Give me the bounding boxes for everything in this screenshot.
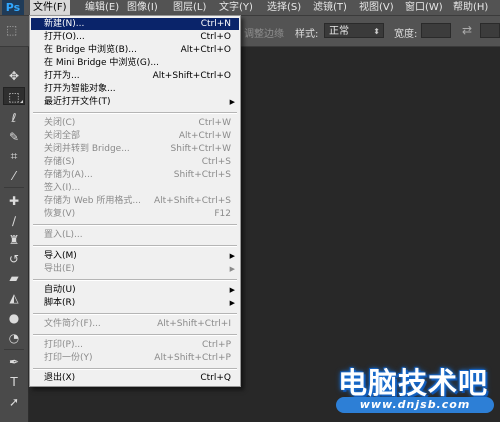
height-input[interactable] (480, 23, 500, 38)
menu-item-new[interactable]: 新建(N)... Ctrl+N (31, 18, 239, 30)
menu-separator (33, 313, 237, 315)
rectangular-marquee-tool-icon[interactable]: ⬚ (3, 87, 25, 105)
menu-separator (33, 224, 237, 226)
eyedropper-tool-icon[interactable]: ⁄ (3, 167, 25, 185)
menu-separator (33, 279, 237, 281)
menu-type[interactable]: 文字(Y) (216, 0, 256, 15)
menu-item-save-for-web[interactable]: 存储为 Web 所用格式... Alt+Shift+Ctrl+S (31, 195, 239, 207)
menu-item-print[interactable]: 打印(P)... Ctrl+P (31, 339, 239, 351)
eraser-tool-icon[interactable]: ▰ (3, 269, 25, 287)
menu-item-exit[interactable]: 退出(X) Ctrl+Q (31, 372, 239, 384)
menu-item-browse-mini-bridge[interactable]: 在 Mini Bridge 中浏览(G)... (31, 57, 239, 69)
style-value: 正常 (329, 26, 349, 37)
brush-tool-icon[interactable]: ∕ (3, 212, 25, 230)
menu-item-file-info[interactable]: 文件简介(F)... Alt+Shift+Ctrl+I (31, 318, 239, 330)
blur-tool-icon[interactable]: ● (3, 309, 25, 327)
menu-item-browse-bridge[interactable]: 在 Bridge 中浏览(B)... Alt+Ctrl+O (31, 44, 239, 56)
menu-item-automate[interactable]: 自动(U) ▶ (31, 284, 239, 296)
menu-item-recent-files[interactable]: 最近打开文件(T) ▶ (31, 96, 239, 108)
menu-item-scripts[interactable]: 脚本(R) ▶ (31, 297, 239, 309)
menu-item-close[interactable]: 关闭(C) Ctrl+W (31, 117, 239, 129)
spot-healing-tool-icon[interactable]: ✚ (3, 192, 25, 210)
menu-item-place[interactable]: 置入(L)... (31, 229, 239, 241)
menu-item-revert[interactable]: 恢复(V) F12 (31, 208, 239, 220)
swap-icon[interactable]: ⇄ (462, 24, 472, 36)
watermark-url: www.dnjsb.com (336, 397, 494, 413)
menu-separator (33, 334, 237, 336)
menu-filter[interactable]: 滤镜(T) (310, 0, 350, 15)
marquee-options-icon[interactable]: ⬚ (6, 24, 17, 36)
menu-item-import[interactable]: 导入(M) ▶ (31, 250, 239, 262)
menu-separator (33, 112, 237, 114)
submenu-arrow-icon: ▶ (229, 265, 235, 273)
paint-bucket-tool-icon[interactable]: ◭ (3, 289, 25, 307)
menu-item-save-as[interactable]: 存储为(A)... Shift+Ctrl+S (31, 169, 239, 181)
quick-selection-tool-icon[interactable]: ✎ (3, 128, 25, 146)
submenu-arrow-icon: ▶ (229, 299, 235, 307)
menu-item-print-one-copy[interactable]: 打印一份(Y) Alt+Shift+Ctrl+P (31, 352, 239, 364)
watermark-title: 电脑技术吧 (338, 366, 489, 400)
clone-stamp-tool-icon[interactable]: ♜ (3, 231, 25, 249)
menu-view[interactable]: 视图(V) (356, 0, 397, 15)
pen-tool-icon[interactable]: ✒ (3, 353, 25, 371)
style-label: 样式: (295, 29, 319, 40)
menu-item-close-all[interactable]: 关闭全部 Alt+Ctrl+W (31, 130, 239, 142)
menu-item-open[interactable]: 打开(O)... Ctrl+O (31, 31, 239, 43)
menu-item-save[interactable]: 存储(S) Ctrl+S (31, 156, 239, 168)
submenu-arrow-icon: ▶ (229, 286, 235, 294)
history-brush-tool-icon[interactable]: ↺ (3, 250, 25, 268)
select-arrows-icon: ⬍ (373, 27, 380, 36)
photoshop-logo: Ps (2, 0, 24, 15)
menu-file[interactable]: 文件(F) (30, 0, 70, 15)
menu-image[interactable]: 图像(I) (124, 0, 161, 15)
menu-window[interactable]: 窗口(W) (402, 0, 446, 15)
menu-layer[interactable]: 图层(L) (170, 0, 209, 15)
menu-item-open-as[interactable]: 打开为... Alt+Shift+Ctrl+O (31, 70, 239, 82)
tools-panel: ✥ ⬚ ℓ ✎ ⌗ ⁄ ✚ ∕ ♜ ↺ ▰ ◭ ● ◔ ✒ T ➚ (0, 47, 29, 422)
submenu-arrow-icon: ▶ (229, 98, 235, 106)
submenu-arrow-icon: ▶ (229, 252, 235, 260)
menu-help[interactable]: 帮助(H) (450, 0, 491, 15)
menu-item-open-smart-object[interactable]: 打开为智能对象... (31, 83, 239, 95)
menu-bar: Ps 文件(F) 编辑(E) 图像(I) 图层(L) 文字(Y) 选择(S) 滤… (0, 0, 500, 16)
style-select[interactable]: 正常 ⬍ (324, 23, 384, 38)
refine-edge-button[interactable]: 调整边缘 (244, 25, 284, 40)
dodge-tool-icon[interactable]: ◔ (3, 329, 25, 347)
lasso-tool-icon[interactable]: ℓ (3, 109, 25, 127)
menu-edit[interactable]: 编辑(E) (82, 0, 122, 15)
menu-select[interactable]: 选择(S) (264, 0, 304, 15)
menu-separator (33, 368, 237, 370)
menu-item-check-in[interactable]: 签入(I)... (31, 182, 239, 194)
width-label: 宽度: (394, 29, 418, 40)
menu-item-export[interactable]: 导出(E) ▶ (31, 263, 239, 275)
width-input[interactable] (421, 23, 451, 38)
move-tool-icon[interactable]: ✥ (3, 67, 25, 85)
file-menu-dropdown: 新建(N)... Ctrl+N 打开(O)... Ctrl+O 在 Bridge… (29, 15, 241, 387)
type-tool-icon[interactable]: T (3, 373, 25, 391)
path-selection-tool-icon[interactable]: ➚ (3, 393, 25, 411)
menu-item-close-go-bridge[interactable]: 关闭并转到 Bridge... Shift+Ctrl+W (31, 143, 239, 155)
menu-separator (33, 245, 237, 247)
crop-tool-icon[interactable]: ⌗ (3, 147, 25, 165)
